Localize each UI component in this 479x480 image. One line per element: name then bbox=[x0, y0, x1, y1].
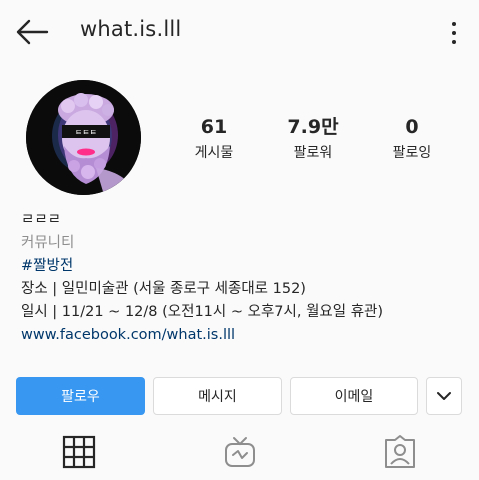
bio-hashtag[interactable]: #짤방전 bbox=[21, 255, 461, 278]
profile-bio: ㄹㄹㄹ 커뮤니티 #짤방전 장소 | 일민미술관 (서울 종로구 세종대로 15… bbox=[21, 209, 461, 347]
message-button[interactable]: 메시지 bbox=[153, 377, 282, 415]
bio-schedule-line: 일시 | 11/21 ~ 12/8 (오전11시 ~ 오후7시, 월요일 휴관) bbox=[21, 304, 384, 320]
chevron-down-icon bbox=[437, 392, 451, 400]
tagged-icon bbox=[385, 435, 415, 468]
email-button[interactable]: 이메일 bbox=[290, 377, 418, 415]
bio-website-link[interactable]: www.facebook.com/what.is.lll bbox=[21, 324, 461, 347]
back-arrow-icon[interactable] bbox=[14, 18, 50, 46]
more-options-icon[interactable] bbox=[444, 18, 464, 48]
profile-category: 커뮤니티 bbox=[21, 235, 75, 251]
suggestions-toggle-button[interactable] bbox=[426, 377, 462, 415]
posts-label: 게시물 bbox=[194, 145, 234, 161]
following-label: 팔로잉 bbox=[392, 145, 432, 161]
profile-username: what.is.lll bbox=[80, 17, 182, 41]
posts-stat[interactable]: 61 게시물 bbox=[174, 116, 254, 162]
bio-location-line: 장소 | 일민미술관 (서울 종로구 세종대로 152) bbox=[21, 281, 306, 297]
follow-button[interactable]: 팔로우 bbox=[16, 377, 145, 415]
posts-count: 61 bbox=[200, 116, 228, 138]
profile-avatar[interactable]: ㅌㅌㅌ bbox=[26, 80, 141, 195]
followers-label: 팔로워 bbox=[293, 145, 333, 161]
top-bar: what.is.lll bbox=[0, 0, 479, 62]
followers-stat[interactable]: 7.9만 팔로워 bbox=[273, 116, 353, 162]
igtv-icon bbox=[225, 437, 255, 467]
following-count: 0 bbox=[405, 116, 419, 138]
grid-icon bbox=[62, 435, 96, 469]
profile-name: ㄹㄹㄹ bbox=[21, 212, 62, 228]
tab-posts-grid[interactable] bbox=[61, 434, 97, 470]
tab-igtv[interactable] bbox=[222, 434, 258, 470]
followers-count: 7.9만 bbox=[287, 116, 339, 138]
following-stat[interactable]: 0 팔로잉 bbox=[372, 116, 452, 162]
avatar-badge-text: ㅌㅌㅌ bbox=[75, 128, 97, 137]
tab-tagged[interactable] bbox=[382, 434, 418, 470]
